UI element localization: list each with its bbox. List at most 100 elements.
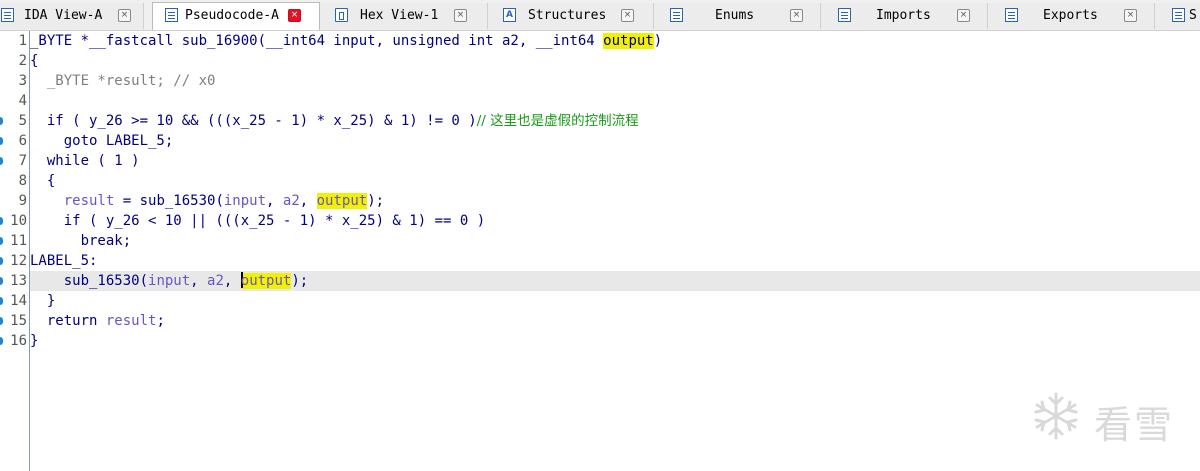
code-line[interactable]: _BYTE *result; // x0 xyxy=(30,71,1200,91)
code-text: , xyxy=(299,193,317,209)
tab-imports[interactable]: Imports × xyxy=(821,3,988,29)
close-icon[interactable]: × xyxy=(621,9,634,22)
watermark-text: 看雪 xyxy=(1094,403,1175,447)
breakpoint-marker-icon[interactable] xyxy=(0,237,3,245)
line-number-gutter[interactable]: 1 2 3 4 5 6 7 8 9 10 11 12 13 14 15 16 xyxy=(0,31,30,471)
strings-icon xyxy=(1172,8,1185,22)
variable-declaration[interactable]: _BYTE *result; xyxy=(47,73,173,89)
current-code-line[interactable]: sub_16530(input, a2, output); xyxy=(30,271,1200,291)
imports-icon xyxy=(838,8,851,22)
breakpoint-marker-icon[interactable] xyxy=(0,317,3,325)
code-text: o xyxy=(240,273,250,289)
breakpoint-marker-icon[interactable] xyxy=(0,137,3,145)
close-icon[interactable]: × xyxy=(790,9,803,22)
code-line[interactable]: } xyxy=(30,331,1200,351)
tab-label: Exports xyxy=(1043,8,1098,23)
code-line[interactable]: } xyxy=(30,291,1200,311)
line-number: 4 xyxy=(18,93,27,109)
tab-strings-partial[interactable]: S xyxy=(1155,3,1200,29)
code-line[interactable]: result = sub_16530(input, a2, output); xyxy=(30,191,1200,211)
variable-result[interactable]: result xyxy=(30,193,115,209)
code-text[interactable]: sub_16530( xyxy=(30,273,148,289)
line-number: 14 xyxy=(10,293,27,309)
breakpoint-marker-icon[interactable] xyxy=(0,297,3,305)
tab-label: S xyxy=(1189,8,1197,23)
code-text: , xyxy=(223,273,241,289)
disassembly-icon xyxy=(1,8,14,22)
code-line[interactable]: _BYTE *__fastcall sub_16900(__int64 inpu… xyxy=(30,31,1200,51)
tab-label: Hex View-1 xyxy=(360,8,439,23)
code-line[interactable]: goto LABEL_5; xyxy=(30,131,1200,151)
hex-view-icon xyxy=(335,8,348,22)
close-icon[interactable]: × xyxy=(454,9,467,22)
tab-label: Imports xyxy=(876,8,931,23)
function-signature[interactable]: _BYTE *__fastcall sub_16900(__int64 inpu… xyxy=(30,33,603,49)
pseudocode-icon xyxy=(165,8,178,22)
code-line[interactable]: break; xyxy=(30,231,1200,251)
breakpoint-marker-icon[interactable] xyxy=(0,157,3,165)
tab-structures[interactable]: Structures × xyxy=(488,3,654,29)
breakpoint-marker-icon[interactable] xyxy=(0,117,3,125)
code-text[interactable]: while ( 1 ) xyxy=(30,151,140,171)
tab-label: IDA View-A xyxy=(24,8,103,23)
close-icon[interactable]: × xyxy=(957,9,970,22)
breakpoint-marker-icon[interactable] xyxy=(0,337,3,345)
code-line[interactable]: LABEL_5: xyxy=(30,251,1200,271)
highlighted-identifier[interactable]: output xyxy=(603,33,654,49)
code-line[interactable]: if ( y_26 < 10 || (((x_25 - 1) * x_25) &… xyxy=(30,211,1200,231)
line-number: 1 xyxy=(18,33,27,49)
variable-input[interactable]: input xyxy=(148,273,190,289)
structures-icon xyxy=(503,8,516,22)
code-text[interactable]: if ( y_26 < 10 || (((x_25 - 1) * x_25) &… xyxy=(30,211,485,231)
watermark: 看雪 xyxy=(1030,390,1190,447)
code-line[interactable]: { xyxy=(30,171,1200,191)
highlighted-identifier[interactable]: output xyxy=(316,193,368,209)
line-number: 7 xyxy=(18,153,27,169)
pseudocode-editor[interactable]: _BYTE *__fastcall sub_16900(__int64 inpu… xyxy=(30,31,1200,471)
line-number: 16 xyxy=(10,333,27,349)
code-text[interactable]: = sub_16530( xyxy=(114,193,224,209)
code-line[interactable]: return result; xyxy=(30,311,1200,331)
close-icon[interactable]: × xyxy=(1124,9,1137,22)
tab-hex-view-1[interactable]: Hex View-1 × xyxy=(320,3,488,29)
code-text[interactable]: return xyxy=(30,313,106,329)
code-text[interactable]: goto LABEL_5; xyxy=(30,131,174,151)
tab-label: Enums xyxy=(715,8,755,23)
code-line[interactable]: while ( 1 ) xyxy=(30,151,1200,171)
line-number: 6 xyxy=(18,133,27,149)
code-label[interactable]: LABEL_5: xyxy=(30,251,97,271)
close-icon[interactable]: × xyxy=(288,9,301,22)
tab-pseudocode-a[interactable]: Pseudocode-A × xyxy=(152,2,320,30)
variable-a2[interactable]: a2 xyxy=(207,273,224,289)
close-icon[interactable]: × xyxy=(118,9,131,22)
line-number: 8 xyxy=(18,173,27,189)
code-text: } xyxy=(30,333,39,349)
enums-icon xyxy=(670,8,683,22)
code-text: { xyxy=(30,53,39,69)
tab-bar: IDA View-A × Pseudocode-A × Hex View-1 ×… xyxy=(0,0,1200,31)
code-line[interactable]: if ( y_26 >= 10 && (((x_25 - 1) * x_25) … xyxy=(30,111,1200,131)
line-number: 15 xyxy=(10,313,27,329)
tab-exports[interactable]: Exports × xyxy=(988,3,1155,29)
line-number: 2 xyxy=(18,53,27,69)
breakpoint-marker-icon[interactable] xyxy=(0,257,3,265)
code-line[interactable]: { xyxy=(30,51,1200,71)
tab-enums[interactable]: Enums × xyxy=(654,3,821,29)
line-number: 5 xyxy=(18,113,27,129)
code-text[interactable]: if ( y_26 >= 10 && (((x_25 - 1) * x_25) … xyxy=(30,113,477,129)
variable-input[interactable]: input xyxy=(224,193,266,209)
exports-icon xyxy=(1005,8,1018,22)
breakpoint-marker-icon[interactable] xyxy=(0,277,3,285)
tab-label: Pseudocode-A xyxy=(185,8,279,23)
line-number: 9 xyxy=(18,193,27,209)
code-text[interactable]: break; xyxy=(30,231,132,251)
tab-ida-view-a[interactable]: IDA View-A × xyxy=(0,3,144,29)
variable-result[interactable]: result xyxy=(106,313,157,329)
code-text: { xyxy=(30,173,56,189)
line-number: 13 xyxy=(10,273,27,289)
breakpoint-marker-icon[interactable] xyxy=(0,217,3,225)
highlighted-identifier[interactable]: output xyxy=(240,272,292,289)
variable-a2[interactable]: a2 xyxy=(283,193,300,209)
code-text: ) xyxy=(653,33,663,49)
